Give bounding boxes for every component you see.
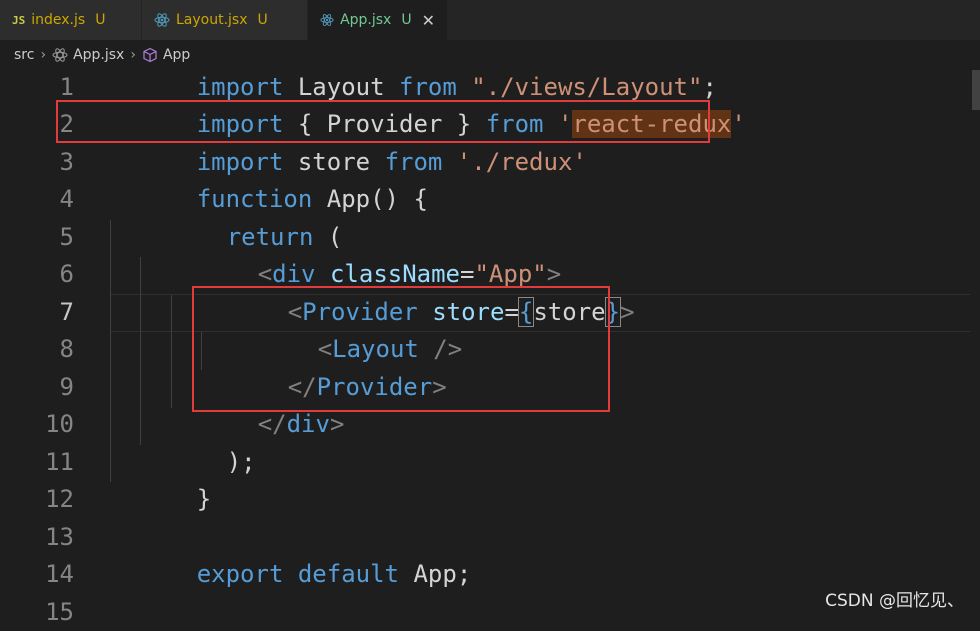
annotation-box (56, 100, 710, 143)
code-line: 12 } (0, 481, 980, 519)
line-number: 14 (45, 560, 74, 589)
code-token: default (297, 560, 400, 589)
breadcrumb-folder[interactable]: src (14, 47, 34, 63)
code-token: ' (731, 110, 746, 139)
line-number: 5 (59, 222, 74, 251)
tab-label: Layout.jsx (176, 12, 248, 28)
code-token: ); (226, 447, 256, 476)
react-file-icon (320, 14, 334, 26)
line-number: 13 (45, 522, 74, 551)
code-editor[interactable]: 1 import Layout from "./views/Layout"; 2… (0, 70, 980, 626)
untracked-badge: U (401, 12, 412, 28)
close-icon[interactable]: ✕ (422, 11, 435, 30)
annotation-box (192, 286, 610, 412)
code-token: export (196, 560, 284, 589)
react-file-icon (154, 13, 170, 27)
code-token: () { (370, 185, 428, 214)
code-token: } (196, 485, 212, 514)
js-file-icon: JS (12, 13, 26, 27)
line-number: 1 (59, 72, 74, 101)
react-file-icon (52, 48, 68, 62)
tab-bar: JS index.js U Layout.jsx U App.jsx U ✕ (0, 0, 980, 40)
code-token: div (286, 410, 330, 439)
tab-index-js[interactable]: JS index.js U (0, 0, 142, 40)
line-number: 11 (45, 447, 74, 476)
line-number: 12 (45, 485, 74, 514)
line-number: 9 (59, 372, 74, 401)
vertical-scrollbar[interactable] (972, 70, 980, 110)
line-number: 6 (59, 260, 74, 289)
tab-app-jsx[interactable]: App.jsx U ✕ (308, 0, 448, 40)
tab-layout-jsx[interactable]: Layout.jsx U (142, 0, 308, 40)
line-number: 10 (45, 410, 74, 439)
tab-label: App.jsx (340, 12, 392, 28)
line-number: 4 (59, 185, 74, 214)
code-token: </ (257, 410, 287, 439)
code-token: App; (399, 560, 472, 589)
untracked-badge: U (257, 12, 268, 28)
tab-label: index.js (31, 12, 86, 28)
line-number: 15 (45, 597, 74, 626)
untracked-badge: U (95, 12, 106, 28)
chevron-right-icon: › (40, 47, 47, 63)
line-number: 7 (59, 297, 74, 326)
line-number: 8 (59, 335, 74, 364)
watermark: CSDN @回忆见、 (825, 591, 964, 611)
code-token: > (620, 297, 635, 326)
code-token: > (329, 410, 345, 439)
code-token: './redux' (442, 147, 587, 176)
line-number: 3 (59, 147, 74, 176)
